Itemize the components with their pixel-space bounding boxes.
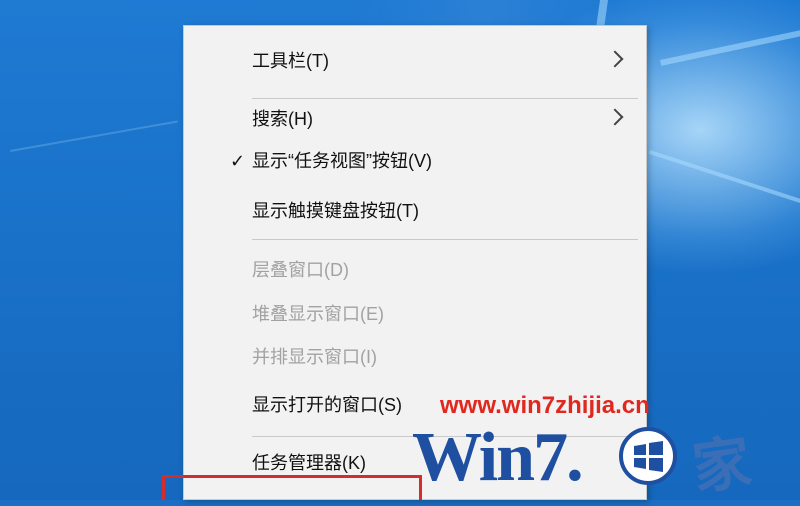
light-beam <box>660 26 800 66</box>
menu-separator <box>252 239 638 240</box>
menu-item-label: 显示打开的窗口(S) <box>252 395 402 415</box>
menu-item-label: 显示“任务视图”按钮(V) <box>252 151 432 171</box>
light-beam <box>10 120 178 152</box>
menu-item-toolbars[interactable]: 工具栏(T) <box>184 44 646 78</box>
menu-separator <box>252 98 638 99</box>
menu-item-label: 显示触摸键盘按钮(T) <box>252 201 419 221</box>
menu-item-label: 工具栏(T) <box>252 51 329 71</box>
menu-item-side-by-side-windows[interactable]: 并排显示窗口(I) <box>184 340 646 374</box>
menu-item-show-task-view-button[interactable]: ✓ 显示“任务视图”按钮(V) <box>184 144 646 178</box>
menu-item-show-touch-keyboard-button[interactable]: 显示触摸键盘按钮(T) <box>184 194 646 228</box>
menu-item-label: 堆叠显示窗口(E) <box>252 304 384 324</box>
menu-item-label: 层叠窗口(D) <box>252 260 349 280</box>
menu-item-stack-windows[interactable]: 堆叠显示窗口(E) <box>184 297 646 331</box>
checkmark-icon: ✓ <box>230 151 246 171</box>
watermark-char: 家 <box>688 429 756 502</box>
highlight-box <box>162 475 422 500</box>
chevron-right-icon <box>606 50 624 68</box>
watermark-url: www.win7zhijia.cn <box>440 392 650 419</box>
watermark-brand: Win7. <box>412 419 584 496</box>
menu-item-cascade-windows[interactable]: 层叠窗口(D) <box>184 253 646 287</box>
windows-logo-icon <box>619 427 677 485</box>
menu-item-search[interactable]: 搜索(H) <box>184 102 646 136</box>
menu-item-label: 搜索(H) <box>252 109 313 129</box>
menu-item-label: 并排显示窗口(I) <box>252 347 377 367</box>
light-beam <box>648 150 800 207</box>
chevron-right-icon <box>606 108 624 126</box>
